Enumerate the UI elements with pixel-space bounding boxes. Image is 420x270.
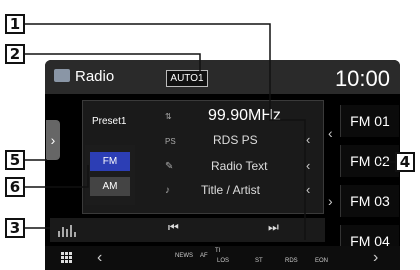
callout-5: 5 <box>5 150 25 170</box>
callout-6: 6 <box>5 177 25 197</box>
callout-1: 1 <box>5 14 25 34</box>
callout-2: 2 <box>5 44 25 64</box>
callout-4: 4 <box>395 152 415 172</box>
callout-3: 3 <box>5 218 25 238</box>
callout-connector-lines <box>15 23 395 240</box>
